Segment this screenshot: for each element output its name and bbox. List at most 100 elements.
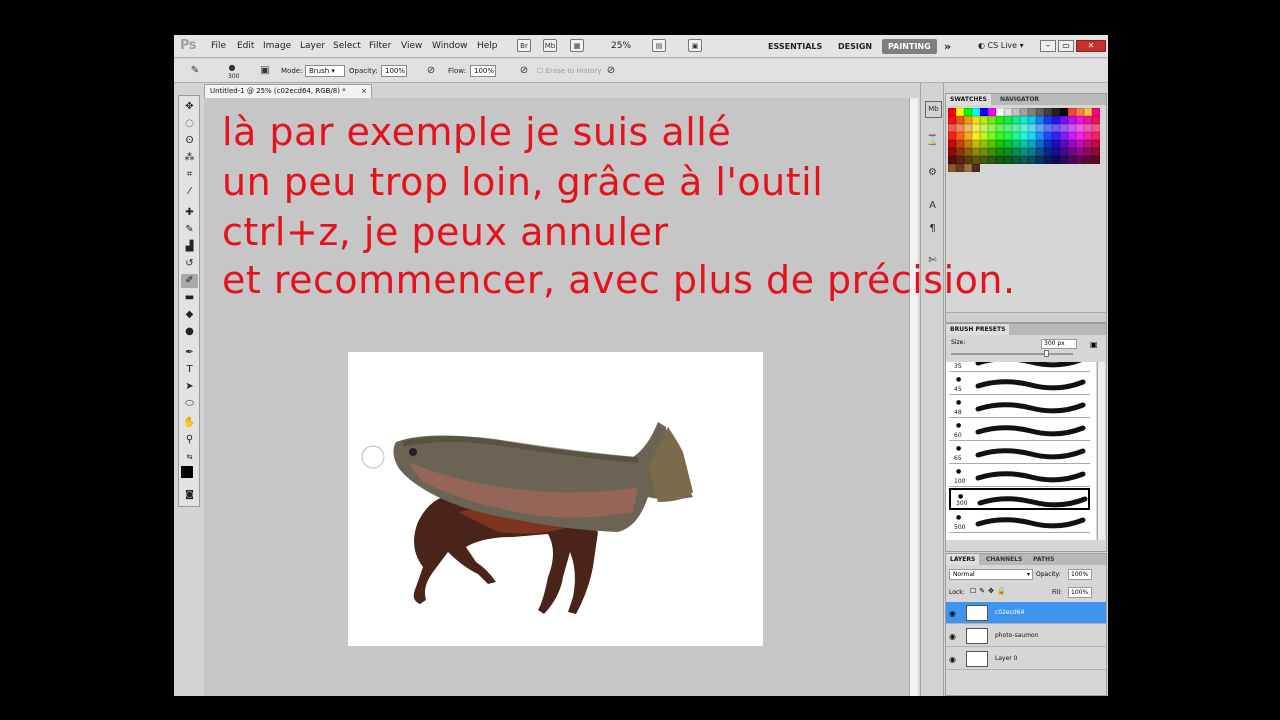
color-swatch[interactable] [948, 116, 956, 124]
color-swatch[interactable] [1044, 140, 1052, 148]
color-swatch[interactable] [956, 108, 964, 116]
foreground-color-swatch[interactable] [181, 466, 193, 478]
flow-input[interactable]: 100% [470, 65, 496, 77]
color-swatch[interactable] [1068, 148, 1076, 156]
tab-navigator[interactable]: NAVIGATOR [996, 94, 1043, 105]
color-swatch[interactable] [948, 148, 956, 156]
color-swatch[interactable] [1092, 108, 1100, 116]
color-swatch[interactable] [1036, 116, 1044, 124]
color-swatch[interactable] [1028, 108, 1036, 116]
color-swatch[interactable] [1036, 132, 1044, 140]
color-swatch[interactable] [1076, 148, 1084, 156]
color-swatch[interactable] [972, 156, 980, 164]
opacity-input[interactable]: 100% [381, 65, 407, 77]
color-swatch[interactable] [972, 140, 980, 148]
color-swatch[interactable] [964, 156, 972, 164]
color-swatch[interactable] [1092, 124, 1100, 132]
color-swatch[interactable] [1044, 132, 1052, 140]
tab-swatches[interactable]: SWATCHES [946, 94, 991, 105]
color-swatch[interactable] [1020, 108, 1028, 116]
brush-list-scrollbar[interactable] [1097, 362, 1105, 540]
brush-size-slider[interactable] [951, 353, 1073, 355]
menu-select[interactable]: Select [333, 41, 361, 51]
grid-icon[interactable]: ▦ [570, 39, 584, 52]
color-swatch[interactable] [996, 148, 1004, 156]
menu-edit[interactable]: Edit [237, 41, 254, 51]
hand-tool-icon[interactable]: ✋ [181, 416, 198, 430]
color-swatch[interactable] [1076, 156, 1084, 164]
menu-file[interactable]: File [211, 41, 226, 51]
color-swatch[interactable] [948, 108, 956, 116]
color-swatch[interactable] [996, 140, 1004, 148]
zoom-level[interactable]: 25% [611, 41, 631, 51]
color-swatch[interactable] [1052, 108, 1060, 116]
color-swatch[interactable] [1092, 116, 1100, 124]
mini-bridge-panel-icon[interactable]: Mb [925, 101, 942, 118]
document-scrollbar[interactable] [909, 98, 918, 696]
visibility-eye-icon[interactable]: ◉ [949, 655, 956, 664]
marquee-tool-icon[interactable]: ◌ [181, 117, 198, 131]
color-swatch[interactable] [1012, 108, 1020, 116]
color-swatch[interactable] [988, 132, 996, 140]
color-swatch[interactable] [1004, 140, 1012, 148]
color-swatch[interactable] [1012, 140, 1020, 148]
workspace-painting[interactable]: PAINTING [882, 39, 937, 54]
menu-window[interactable]: Window [432, 41, 468, 51]
move-tool-icon[interactable]: ✥ [181, 100, 198, 114]
brush-preset-row[interactable]: ● 100 [949, 465, 1090, 487]
color-swatch[interactable] [1012, 124, 1020, 132]
color-swatch[interactable] [956, 156, 964, 164]
image-canvas[interactable] [348, 352, 763, 646]
color-swatch[interactable] [972, 116, 980, 124]
shape-tool-icon[interactable]: ⬭ [181, 397, 198, 411]
color-swatch[interactable] [1084, 108, 1092, 116]
color-swatch[interactable] [1044, 148, 1052, 156]
color-swatch[interactable] [948, 140, 956, 148]
brush-tool-icon[interactable]: ✎ [181, 223, 198, 237]
color-swatch[interactable] [972, 124, 980, 132]
color-swatch[interactable] [1044, 108, 1052, 116]
color-swatch[interactable] [972, 132, 980, 140]
color-swatch[interactable] [1052, 132, 1060, 140]
color-swatch[interactable] [1092, 140, 1100, 148]
arrange-icon[interactable]: ▤ [652, 39, 666, 52]
history-brush-tool-icon[interactable]: ↺ [181, 257, 198, 271]
color-swatch[interactable] [1004, 108, 1012, 116]
layer-row-c02ecd64[interactable]: ◉ c02ecd64 [946, 602, 1106, 624]
swatch-grid[interactable] [948, 108, 1103, 188]
create-brush-icon[interactable]: ▣ [1090, 340, 1098, 349]
pressure-size-icon[interactable]: ⊘ [604, 64, 618, 78]
brush-preset-row[interactable]: ● 65 [949, 442, 1090, 464]
color-swatch[interactable] [1004, 148, 1012, 156]
color-swatch[interactable] [1084, 156, 1092, 164]
color-swatch[interactable] [1004, 156, 1012, 164]
menu-view[interactable]: View [401, 41, 422, 51]
tab-channels[interactable]: CHANNELS [982, 554, 1026, 565]
eyedropper-tool-icon[interactable]: ⁄ [181, 185, 198, 199]
color-swatch[interactable] [1084, 132, 1092, 140]
color-swatch[interactable] [964, 132, 972, 140]
erase-to-history-checkbox[interactable]: ☐ Erase to History [537, 67, 601, 75]
color-swatch[interactable] [1084, 140, 1092, 148]
paragraph-panel-icon[interactable]: ¶ [925, 221, 940, 236]
color-swatch[interactable] [1004, 132, 1012, 140]
lasso-tool-icon[interactable]: ʘ [181, 134, 198, 148]
eraser-tool-preset-icon[interactable]: ✎ [188, 64, 202, 78]
color-swatch[interactable] [956, 164, 964, 172]
mode-select[interactable]: Brush ▾ [305, 65, 345, 77]
color-swatch[interactable] [1052, 116, 1060, 124]
lock-icons[interactable]: ☐✎✥🔒 [970, 587, 1009, 595]
healing-brush-tool-icon[interactable]: ✚ [181, 206, 198, 220]
color-swatch[interactable] [1012, 116, 1020, 124]
color-swatch[interactable] [1036, 108, 1044, 116]
color-swatch[interactable] [956, 140, 964, 148]
color-swatch[interactable] [1060, 156, 1068, 164]
brush-size-input[interactable]: 300 px [1041, 339, 1077, 349]
swap-colors-icon[interactable]: ⇆ [181, 450, 198, 464]
color-swatch[interactable] [1068, 108, 1076, 116]
quick-select-tool-icon[interactable]: ⁂ [181, 151, 198, 165]
color-swatch[interactable] [1068, 140, 1076, 148]
brush-list[interactable]: ●35●45●48●60●65●100●300●500 [946, 362, 1096, 540]
visibility-eye-icon[interactable]: ◉ [949, 609, 956, 618]
character-panel-icon[interactable]: A [925, 198, 940, 213]
